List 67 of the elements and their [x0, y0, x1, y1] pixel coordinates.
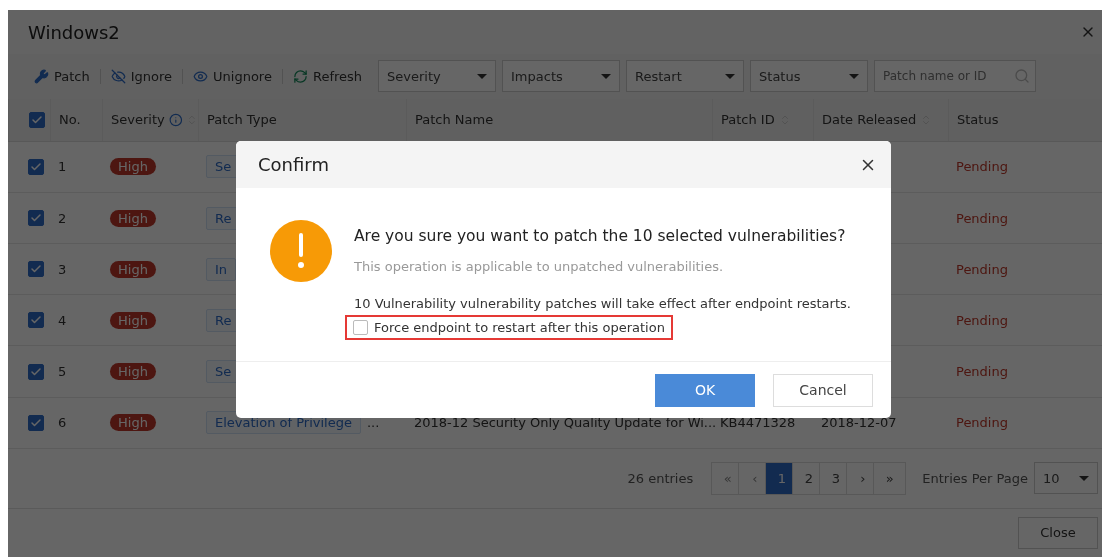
- table-cell: 4: [58, 312, 67, 328]
- row-checkbox[interactable]: [28, 158, 44, 175]
- dialog-note: This operation is applicable to unpatched vulnerabilities.: [354, 259, 725, 274]
- status-text: Pending: [956, 210, 1008, 226]
- dialog-info: 10 Vulnerability vulnerability patches will take effect after endpoint restarts.: [354, 296, 851, 311]
- cancel-button[interactable]: Cancel: [773, 373, 873, 407]
- table-cell: KB4471328: [720, 415, 796, 431]
- table-cell: 3: [58, 261, 67, 277]
- severity-badge: High: [110, 414, 156, 432]
- per-page-label: Entries Per Page: [922, 470, 1028, 486]
- severity-badge: High: [110, 260, 156, 278]
- table-cell: ...: [366, 415, 380, 431]
- close-button[interactable]: Close: [1018, 516, 1098, 549]
- filter-dropdown[interactable]: Restart: [626, 60, 745, 93]
- severity-badge: High: [110, 363, 156, 381]
- column-header: Status: [957, 112, 999, 128]
- ok-button[interactable]: OK: [655, 373, 755, 407]
- toolbar-button[interactable]: Ignore: [100, 68, 184, 84]
- dialog-question: Are you sure you want to patch the 10 selected vulnerabilities?: [354, 227, 847, 245]
- check-icon: [30, 160, 42, 173]
- status-text: Pending: [956, 415, 1008, 431]
- dialog-title: Confirm: [258, 154, 329, 175]
- row-checkbox[interactable]: [28, 312, 44, 329]
- column-header: No.: [59, 112, 81, 128]
- toolbar-button[interactable]: Unignore: [183, 68, 283, 84]
- table-cell: 6: [58, 415, 67, 431]
- column-header: Patch ID: [721, 112, 775, 128]
- table-cell: 5: [58, 364, 67, 380]
- table-cell: 2: [58, 210, 67, 226]
- row-checkbox[interactable]: [28, 210, 44, 227]
- row-checkbox[interactable]: [28, 363, 44, 380]
- check-icon: [30, 416, 42, 429]
- per-page-dropdown[interactable]: 10: [1034, 462, 1098, 495]
- eye-off-icon: [110, 68, 126, 84]
- window-title: Windows2: [28, 21, 120, 43]
- entries-count: 26 entries: [627, 470, 694, 486]
- info-icon: [168, 112, 183, 127]
- column-header: Patch Name: [415, 112, 494, 128]
- severity-badge: High: [110, 158, 156, 176]
- status-text: Pending: [956, 159, 1008, 175]
- status-text: Pending: [956, 364, 1008, 380]
- table-cell: 1: [58, 159, 67, 175]
- column-header: Patch Type: [207, 112, 277, 128]
- status-text: Pending: [956, 261, 1008, 277]
- column-header: Date Released: [822, 112, 917, 128]
- table-cell: 2018-12-07: [821, 415, 897, 431]
- check-icon: [30, 365, 42, 378]
- page-button[interactable]: »: [873, 461, 907, 495]
- eye-icon: [193, 68, 209, 84]
- row-checkbox[interactable]: [28, 261, 44, 278]
- toolbar-button[interactable]: Patch: [24, 68, 101, 84]
- column-header: Severity: [111, 112, 165, 128]
- patch-type-tag: In: [206, 257, 237, 281]
- toolbar-button[interactable]: Refresh: [282, 68, 373, 84]
- refresh-icon: [292, 68, 308, 84]
- filter-dropdown[interactable]: Status: [750, 60, 869, 93]
- filter-dropdown[interactable]: Severity: [378, 60, 497, 93]
- wrench-icon: [34, 68, 49, 84]
- force-restart-checkbox[interactable]: Force endpoint to restart after this operation: [345, 315, 673, 340]
- check-icon: [31, 113, 43, 126]
- search-icon: [1014, 68, 1031, 85]
- status-text: Pending: [956, 312, 1008, 328]
- select-all-checkbox[interactable]: [29, 111, 45, 128]
- severity-badge: High: [110, 311, 156, 329]
- filter-dropdown[interactable]: Impacts: [502, 60, 621, 93]
- row-checkbox[interactable]: [28, 414, 44, 431]
- severity-badge: High: [110, 209, 156, 227]
